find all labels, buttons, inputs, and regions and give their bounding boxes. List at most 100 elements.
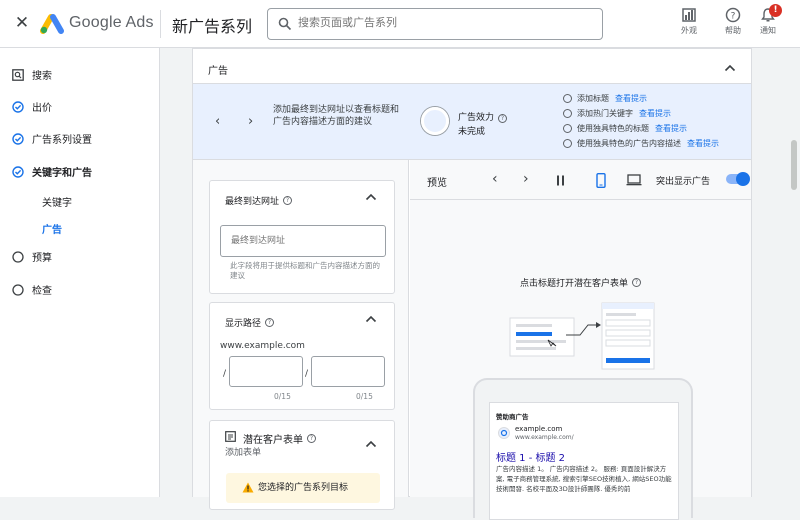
sidebar-item-label: 搜索 [32, 71, 52, 82]
sidebar-subitem-keywords[interactable]: 关键字 [42, 194, 72, 209]
sidebar-subitem-ads[interactable]: 广告 [42, 221, 62, 236]
lead-form-subtitle: 添加表单 [225, 448, 262, 458]
sidebar-item-search[interactable]: 搜索 [12, 67, 52, 82]
path1-input[interactable] [230, 357, 302, 386]
view-tip-link[interactable]: 查看提示 [639, 108, 671, 119]
search-input[interactable] [298, 16, 588, 29]
ad-headline[interactable]: 标题 1 - 标题 2 [496, 449, 565, 464]
tips-list: 添加标题 查看提示 添加热门关键字 查看提示 使用独具特色的标题 查看提示 使用独具特… [563, 91, 719, 151]
tip-item: 添加标题 查看提示 [563, 91, 719, 106]
sidebar-item-review[interactable]: 检查 [12, 282, 52, 297]
editor-pane: 最终到达网址? 此字段将用于提供标题和广告内容描述方面的建议 显示路径? www… [193, 160, 409, 510]
final-url-field[interactable] [220, 225, 386, 257]
close-icon[interactable]: ✕ [14, 15, 30, 32]
sidebar-item-label: 广告系列设置 [32, 135, 92, 146]
notifications-button[interactable]: ! 通知 [752, 4, 784, 36]
highlight-ads-label: 突出显示广告 [656, 177, 711, 187]
help-icon[interactable]: ? [307, 434, 316, 443]
view-tip-link[interactable]: 查看提示 [655, 123, 687, 134]
card-title: 潜在客户表单? [243, 431, 316, 446]
path2-counter: 0/15 [356, 392, 373, 401]
ad-strength-title: 广告效力? [458, 110, 508, 123]
path2-field[interactable] [311, 356, 385, 387]
preview-pane: 预览 ‹ › 突出显示广告 点击标题打开潜在客户表单? 赞助商广告 exampl… [410, 160, 751, 520]
sidebar-item-label: 检查 [32, 286, 52, 297]
strength-description: 添加最终到达网址以查看标题和广告内容描述方面的建议 [273, 105, 400, 127]
chevron-up-icon[interactable] [364, 437, 378, 451]
appearance-button[interactable]: 外观 [673, 7, 705, 36]
google-ads-logo-icon [40, 14, 64, 34]
chevron-up-icon[interactable] [364, 190, 378, 204]
path-separator: / [223, 369, 227, 379]
view-tip-link[interactable]: 查看提示 [687, 138, 719, 149]
section-header[interactable]: 广告 [193, 48, 751, 84]
next-preview-icon[interactable]: › [523, 171, 529, 187]
toggle-knob [736, 172, 750, 186]
path1-field[interactable] [229, 356, 303, 387]
lead-form-illustration [509, 302, 655, 370]
sponsored-label: 赞助商广告 [496, 413, 529, 421]
phone-preview-frame: 赞助商广告 example.com www.example.com/ 标题 1 … [473, 378, 693, 520]
help-label: 帮助 [725, 26, 741, 35]
previous-preview-icon[interactable]: ‹ [492, 171, 498, 187]
page-scrollbar[interactable] [791, 140, 797, 190]
empty-circle-icon [563, 109, 572, 118]
next-arrow-icon[interactable]: › [248, 114, 253, 129]
tip-label: 添加热门关键字 [577, 109, 633, 118]
chevron-up-icon[interactable] [723, 61, 737, 75]
highlight-ads-toggle[interactable] [726, 172, 750, 186]
help-icon[interactable]: ? [498, 114, 508, 123]
pause-icon[interactable] [555, 175, 567, 186]
ad-domain: example.com [515, 425, 563, 433]
desktop-device-icon[interactable] [626, 174, 642, 186]
path2-input[interactable] [312, 357, 384, 386]
warning-icon [242, 482, 254, 493]
sidebar-item-label: 关键字和广告 [32, 168, 92, 179]
ad-strength-banner: ‹ › 添加最终到达网址以查看标题和广告内容描述方面的建议 广告效力? 未完成 … [193, 84, 751, 160]
sidebar: 搜索 出价 广告系列设置 关键字和广告 关键字 广告 预算 检查 [0, 48, 160, 497]
empty-circle-icon [563, 94, 572, 103]
form-icon [225, 431, 236, 442]
notifications-label: 通知 [760, 26, 776, 35]
svg-text:?: ? [731, 12, 736, 22]
search-step-icon [12, 68, 24, 81]
search-box[interactable] [267, 8, 603, 40]
tap-headline-hint: 点击标题打开潜在客户表单? [520, 276, 642, 289]
sidebar-item-bidding[interactable]: 出价 [12, 99, 52, 114]
ad-strength-ring-icon [421, 107, 449, 135]
view-tip-link[interactable]: 查看提示 [615, 93, 647, 104]
tip-label: 使用独具特色的标题 [577, 124, 649, 133]
path1-counter: 0/15 [274, 392, 291, 401]
brand-name: Google Ads [69, 14, 154, 31]
sidebar-item-budget[interactable]: 预算 [12, 249, 52, 264]
sidebar-item-campaign-settings[interactable]: 广告系列设置 [12, 131, 92, 146]
notification-badge: ! [769, 4, 782, 17]
final-url-hint: 此字段将用于提供标题和广告内容描述方面的建议 [230, 261, 380, 280]
check-circle-icon [12, 165, 24, 178]
empty-circle-icon [563, 139, 572, 148]
empty-circle-icon [12, 283, 24, 296]
chevron-up-icon[interactable] [364, 312, 378, 326]
card-title: 显示路径? [225, 316, 275, 329]
tip-item: 使用独具特色的广告内容描述 查看提示 [563, 136, 719, 151]
previous-arrow-icon[interactable]: ‹ [215, 114, 220, 129]
tip-label: 使用独具特色的广告内容描述 [577, 139, 681, 148]
final-url-input[interactable] [221, 226, 385, 256]
sidebar-item-keywords-and-ads[interactable]: 关键字和广告 [12, 164, 92, 179]
ad-description: 广告内容描述 1。 广告内容描述 2。 服務: 頁面設計解決方案, 電子商務管理… [496, 465, 672, 493]
display-path-base: www.example.com [220, 341, 305, 351]
help-icon[interactable]: ? [283, 196, 293, 205]
appearance-label: 外观 [681, 26, 697, 35]
mobile-device-icon[interactable] [596, 173, 606, 188]
preview-toolbar: 预览 ‹ › 突出显示广告 [410, 160, 751, 200]
search-icon [278, 17, 292, 31]
help-button[interactable]: ? 帮助 [717, 7, 749, 36]
tip-item: 添加热门关键字 查看提示 [563, 106, 719, 121]
ad-preview-card[interactable]: 赞助商广告 example.com www.example.com/ 标题 1 … [489, 402, 679, 520]
page-title: 新广告系列 [172, 17, 253, 36]
help-icon[interactable]: ? [632, 278, 642, 287]
empty-circle-icon [563, 124, 572, 133]
warning-text: 您选择的广告系列目标 [258, 483, 349, 493]
final-url-card: 最终到达网址? 此字段将用于提供标题和广告内容描述方面的建议 [209, 180, 395, 294]
help-icon[interactable]: ? [265, 318, 275, 327]
